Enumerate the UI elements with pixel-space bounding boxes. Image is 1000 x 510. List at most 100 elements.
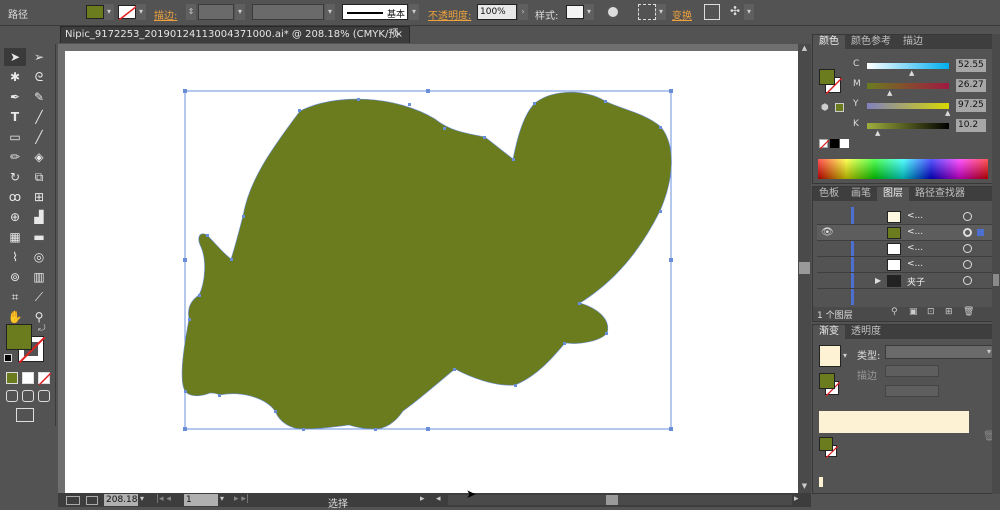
new-sublayer-icon[interactable]: ⊡ [927, 307, 935, 317]
scroll-down-icon[interactable]: ▼ [800, 482, 809, 492]
slider-c-track[interactable] [867, 63, 949, 69]
variable-width-dropdown[interactable] [252, 4, 324, 20]
white-color-chip[interactable] [840, 139, 849, 148]
eyedropper-tool-icon[interactable]: ⌇ [4, 248, 26, 266]
target-circle-icon[interactable] [963, 244, 972, 253]
color-fill-swatch[interactable] [819, 69, 835, 85]
layer-row[interactable]: ▶ 夹子 [817, 273, 993, 289]
slider-m-thumb[interactable]: ▲ [887, 89, 892, 97]
slice-tool-icon[interactable]: ⟋ [28, 288, 50, 306]
draw-normal-icon[interactable] [6, 390, 18, 402]
stroke-weight-dropdown-icon[interactable]: ▾ [235, 4, 245, 20]
recolor-artwork-icon[interactable] [606, 5, 620, 19]
slider-c-value[interactable]: 52.55 [956, 59, 986, 72]
artboard-dropdown-icon[interactable]: ▾ [220, 494, 224, 503]
tab-stroke[interactable]: 描边 [897, 35, 929, 49]
eraser-tool-icon[interactable]: ◈ [28, 148, 50, 166]
scroll-left-icon[interactable]: ◂ [436, 494, 441, 504]
selection-indicator[interactable] [977, 229, 984, 236]
type-tool-icon[interactable]: T [4, 108, 26, 126]
make-clipping-mask-icon[interactable]: ▣ [909, 307, 918, 317]
opacity-label[interactable]: 不透明度: [428, 7, 471, 22]
envelope-icon[interactable]: ✣ [730, 4, 744, 20]
target-circle-icon[interactable] [963, 260, 972, 269]
isolate-group-icon[interactable] [704, 4, 720, 20]
graphic-style-swatch[interactable] [566, 5, 584, 19]
brush-dropdown-icon[interactable]: ▾ [409, 4, 419, 20]
slider-c-thumb[interactable]: ▲ [909, 69, 914, 77]
status-menu-icon[interactable]: ▸ [420, 494, 425, 504]
gradient-stop-fill[interactable] [819, 437, 833, 451]
gradient-type-dropdown[interactable]: ▾ [885, 345, 995, 359]
tab-gradient[interactable]: 渐变 [813, 325, 845, 339]
stroke-swatch[interactable] [118, 5, 138, 21]
color-spectrum[interactable] [818, 159, 988, 179]
delete-layer-icon[interactable]: 🗑 [963, 307, 974, 317]
black-color-chip[interactable] [830, 139, 839, 148]
screen-mode-icon[interactable] [16, 408, 34, 422]
lasso-tool-icon[interactable]: ᘓ [28, 68, 50, 86]
slider-m-value[interactable]: 26.27 [956, 79, 986, 92]
envelope-dropdown-icon[interactable]: ▾ [744, 4, 754, 20]
slider-m-track[interactable] [867, 83, 949, 89]
transform-link[interactable]: 变换 [672, 7, 692, 22]
close-tab-icon[interactable]: × [395, 27, 403, 43]
warp-tool-icon[interactable]: ꝏ [4, 188, 26, 206]
tab-transparency[interactable]: 透明度 [845, 325, 887, 339]
vertical-scroll-thumb[interactable] [799, 262, 810, 274]
share-icon[interactable] [86, 496, 98, 505]
layer-row[interactable]: <... [817, 241, 993, 257]
horizontal-scroll-track[interactable] [448, 495, 792, 505]
out-of-gamut-icon[interactable]: ⬢ [821, 103, 829, 113]
none-mode-icon[interactable] [38, 372, 52, 386]
vertical-scrollbar[interactable]: ▲ ▼ [798, 44, 811, 493]
new-layer-icon[interactable]: ⊞ [945, 307, 953, 317]
free-transform-tool-icon[interactable]: ⊞ [28, 188, 50, 206]
variable-width-arrow-icon[interactable]: ▾ [325, 4, 335, 20]
opacity-arrow-icon[interactable]: › [518, 4, 528, 20]
tab-swatches[interactable]: 色板 [813, 187, 845, 201]
rotate-tool-icon[interactable]: ↻ [4, 168, 26, 186]
gradient-preview-dropdown-icon[interactable]: ▾ [843, 351, 847, 360]
document-tab[interactable]: Nipic_9172253_20190124113004371000.ai* @… [60, 26, 410, 56]
stroke-label[interactable]: 描边: [154, 7, 177, 22]
slider-y-track[interactable] [867, 103, 949, 109]
gradient-stroke-buttons[interactable] [885, 365, 939, 377]
pen-tool-icon[interactable]: ✒ [4, 88, 26, 106]
opacity-field[interactable]: 100% [477, 4, 517, 20]
artboard-nav-icon[interactable] [66, 496, 80, 505]
first-artboard-icon[interactable]: |◂ ◂ [156, 494, 171, 504]
fill-swatch[interactable] [86, 5, 104, 19]
scale-tool-icon[interactable]: ⧉ [28, 168, 50, 186]
default-colors-icon[interactable] [4, 354, 12, 362]
slider-k-thumb[interactable]: ▲ [875, 129, 880, 137]
magic-wand-tool-icon[interactable]: ✱ [4, 68, 26, 86]
zoom-field[interactable]: 208.18 [104, 494, 138, 506]
gradient-preview-swatch[interactable] [819, 345, 841, 367]
artboard-canvas[interactable] [65, 51, 798, 493]
none-color-icon[interactable] [819, 139, 830, 150]
panel-scroll-thumb[interactable] [993, 274, 999, 286]
gradient-fill-swatch[interactable] [819, 373, 835, 389]
target-circle-selected-icon[interactable] [963, 228, 972, 237]
perspective-grid-tool-icon[interactable]: ▟ [28, 208, 50, 226]
stroke-weight-field[interactable] [198, 4, 234, 20]
color-mode-icon[interactable] [6, 372, 18, 384]
swap-fill-stroke-icon[interactable]: ⤾ [38, 324, 46, 334]
gradient-angle-field[interactable] [885, 385, 939, 397]
eye-visibility-icon[interactable]: 👁 [821, 227, 834, 238]
shape-builder-tool-icon[interactable]: ⊕ [4, 208, 26, 226]
gradient-mode-icon[interactable] [22, 372, 34, 384]
draw-behind-icon[interactable] [22, 390, 34, 402]
layer-row[interactable]: <... [817, 257, 993, 273]
stroke-weight-stepper[interactable]: ⇕ [186, 4, 196, 20]
tab-brushes[interactable]: 画笔 [845, 187, 877, 201]
selection-tool-icon[interactable]: ➤ [4, 48, 26, 66]
line-tool-icon[interactable]: ╱ [28, 108, 50, 126]
rectangle-tool-icon[interactable]: ▭ [4, 128, 26, 146]
locate-object-icon[interactable]: ⚲ [891, 307, 898, 317]
pencil-tool-icon[interactable]: ✏ [4, 148, 26, 166]
slider-y-value[interactable]: 97.25 [956, 99, 986, 112]
layer-row[interactable]: <... [817, 209, 993, 225]
artboard-tool-icon[interactable]: ⌗ [4, 288, 26, 306]
